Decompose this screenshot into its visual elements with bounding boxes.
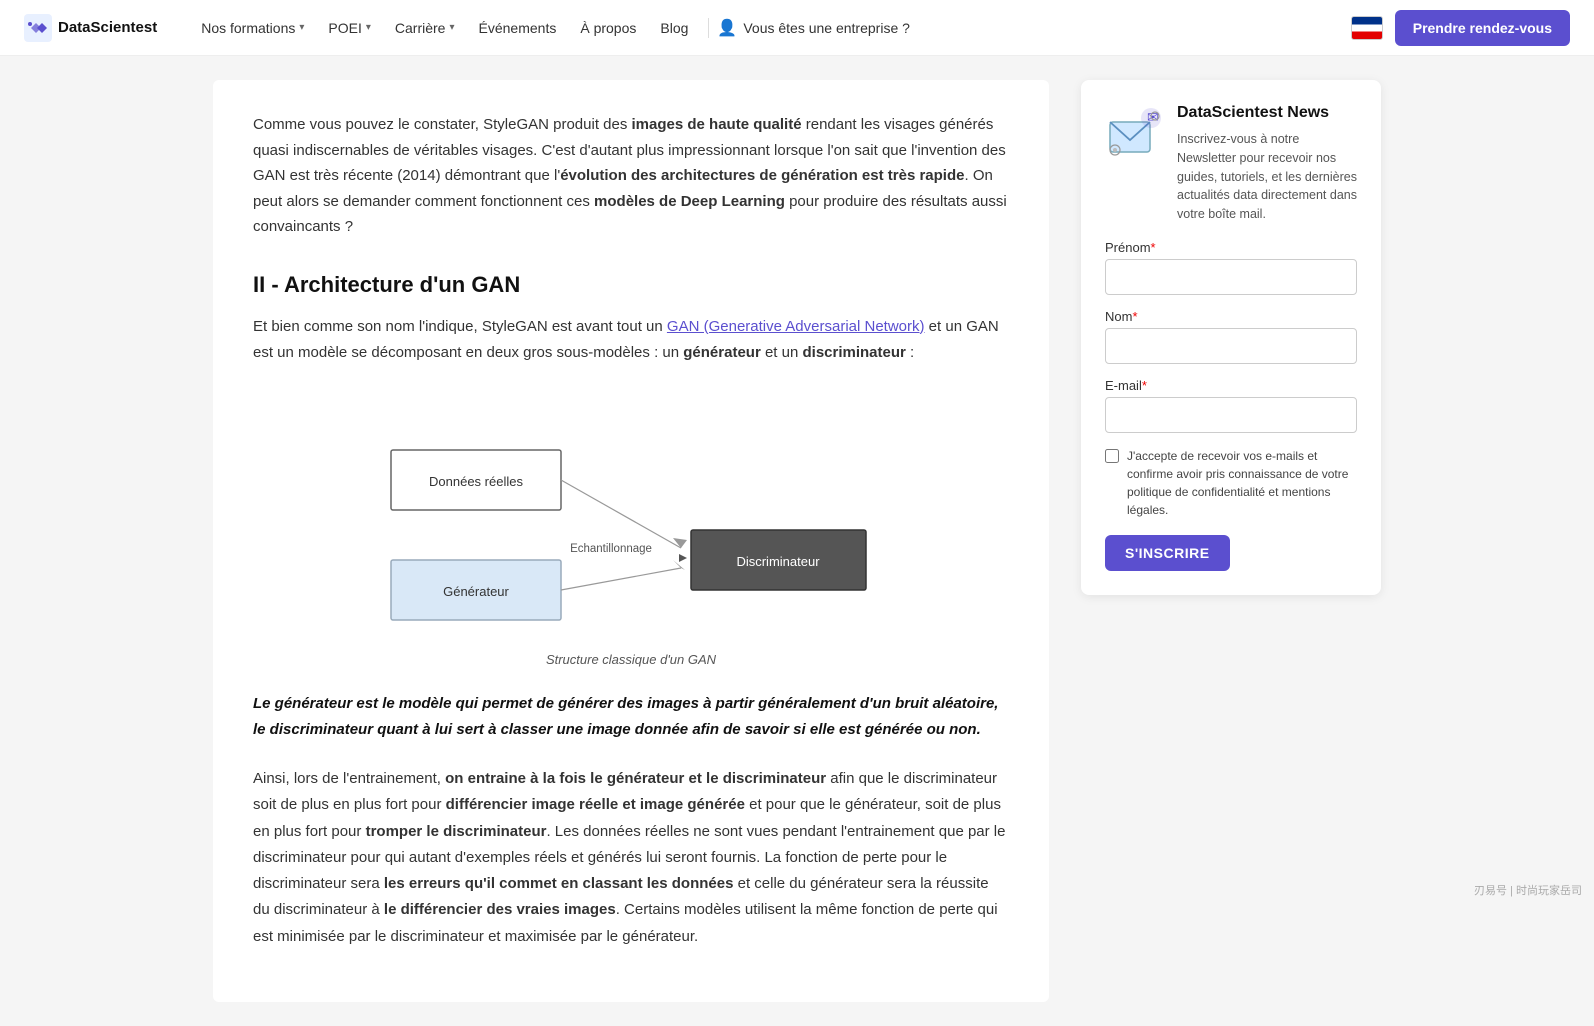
enterprise-link[interactable]: 👤 Vous êtes une entreprise ? [717, 18, 909, 38]
sidebar: ✉ DataScientest News Inscrivez-vous à no… [1081, 80, 1381, 595]
nom-field: Nom* [1105, 309, 1357, 364]
body-paragraph-1: Et bien comme son nom l'indique, StyleGA… [253, 314, 1009, 367]
prenom-input[interactable] [1105, 259, 1357, 295]
nav-item-formations[interactable]: Nos formations ▾ [189, 0, 316, 56]
newsletter-icon: ✉ [1105, 104, 1165, 164]
svg-text:✉: ✉ [1147, 109, 1159, 125]
chevron-down-icon: ▾ [449, 22, 454, 33]
bold-images: images de haute qualité [632, 116, 802, 133]
bold-discriminateur: discriminateur [803, 344, 906, 361]
section-heading: II - Architecture d'un GAN [253, 272, 1009, 298]
svg-text:Discriminateur: Discriminateur [736, 554, 820, 569]
page-layout: Comme vous pouvez le constater, StyleGAN… [197, 56, 1397, 1026]
body-paragraph-2: Ainsi, lors de l'entrainement, on entrai… [253, 766, 1009, 950]
email-input[interactable] [1105, 397, 1357, 433]
bold-tromper: tromper le discriminateur [366, 823, 547, 840]
subscribe-button[interactable]: S'INSCRIRE [1105, 535, 1230, 571]
consent-row: J'accepte de recevoir vos e-mails et con… [1105, 447, 1357, 519]
main-content: Comme vous pouvez le constater, StyleGAN… [213, 80, 1049, 1002]
logo-text: DataScientest [58, 19, 157, 36]
svg-text:Données réelles: Données réelles [429, 474, 523, 489]
bold-generateur: générateur [683, 344, 761, 361]
bold-differencier2: le différencier des vraies images [384, 901, 616, 918]
nav-divider [708, 18, 709, 38]
nav-item-carriere[interactable]: Carrière ▾ [383, 0, 467, 56]
nav-item-evenements[interactable]: Événements [467, 0, 569, 56]
svg-text:Echantillonnage: Echantillonnage [570, 543, 652, 555]
svg-text:Générateur: Générateur [443, 584, 509, 599]
newsletter-widget: ✉ DataScientest News Inscrivez-vous à no… [1081, 80, 1381, 595]
watermark: 刃易号 | 时尚玩家岳司 [1474, 882, 1582, 898]
cta-button[interactable]: Prendre rendez-vous [1395, 10, 1570, 46]
nav-item-apropos[interactable]: À propos [568, 0, 648, 56]
newsletter-title: DataScientest News [1177, 104, 1357, 122]
sidebar-title-desc: DataScientest News Inscrivez-vous à notr… [1177, 104, 1357, 224]
prenom-field: Prénom* [1105, 240, 1357, 295]
intro-paragraph: Comme vous pouvez le constater, StyleGAN… [253, 112, 1009, 240]
nav-item-poei[interactable]: POEI ▾ [316, 0, 383, 56]
blockquote: Le générateur est le modèle qui permet d… [253, 691, 1009, 742]
nav-right: Prendre rendez-vous [1351, 10, 1570, 46]
bold-differencier: différencier image réelle et image génér… [446, 796, 745, 813]
gan-diagram: Données réelles Générateur Echantillonna… [253, 390, 1009, 667]
email-field: E-mail* [1105, 378, 1357, 433]
consent-checkbox[interactable] [1105, 449, 1119, 463]
newsletter-description: Inscrivez-vous à notre Newsletter pour r… [1177, 130, 1357, 224]
bold-modeles: modèles de Deep Learning [594, 193, 785, 210]
nom-input[interactable] [1105, 328, 1357, 364]
logo[interactable]: DataScientest [24, 14, 157, 42]
prenom-label: Prénom* [1105, 240, 1357, 255]
bold-entraine: on entraine à la fois le générateur et l… [445, 770, 826, 787]
diagram-caption: Structure classique d'un GAN [546, 652, 716, 667]
language-selector[interactable] [1351, 16, 1383, 40]
sidebar-header: ✉ DataScientest News Inscrivez-vous à no… [1105, 104, 1357, 224]
navbar: DataScientest Nos formations ▾ POEI ▾ Ca… [0, 0, 1594, 56]
nav-item-blog[interactable]: Blog [648, 0, 700, 56]
chevron-down-icon: ▾ [299, 22, 304, 33]
person-icon: 👤 [717, 18, 737, 38]
newsletter-form: Prénom* Nom* E-mail* [1105, 240, 1357, 571]
required-mark: * [1132, 309, 1137, 324]
nom-label: Nom* [1105, 309, 1357, 324]
required-mark: * [1142, 378, 1147, 393]
email-label: E-mail* [1105, 378, 1357, 393]
gan-link[interactable]: GAN (Generative Adversarial Network) [667, 318, 925, 335]
bold-erreurs: les erreurs qu'il commet en classant les… [384, 875, 734, 892]
bold-evolution: évolution des architectures de génératio… [560, 167, 964, 184]
nav-links: Nos formations ▾ POEI ▾ Carrière ▾ Événe… [189, 0, 1351, 56]
chevron-down-icon: ▾ [366, 22, 371, 33]
consent-label: J'accepte de recevoir vos e-mails et con… [1127, 447, 1357, 519]
required-mark: * [1151, 240, 1156, 255]
diagram-svg: Données réelles Générateur Echantillonna… [371, 390, 891, 644]
